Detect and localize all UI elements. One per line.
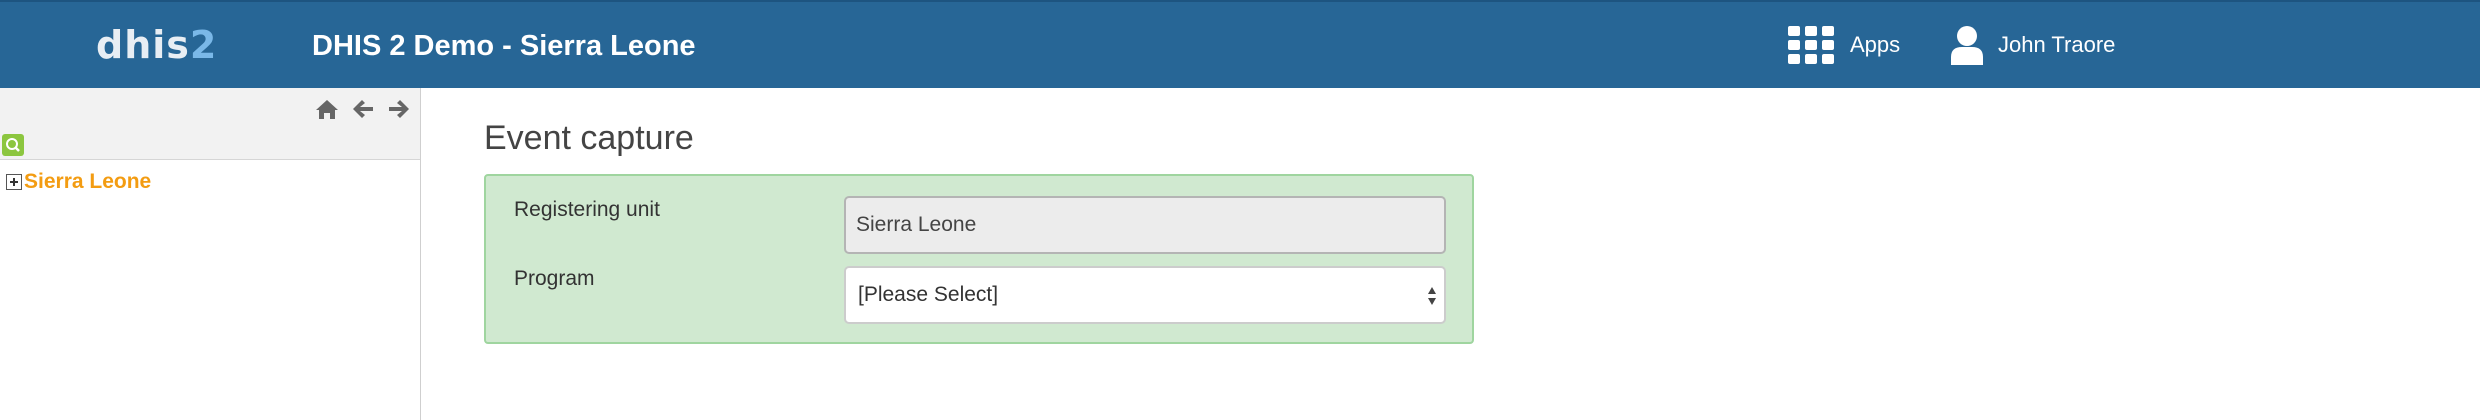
- dhis2-logo[interactable]: dhis2: [96, 20, 217, 70]
- org-unit-tree-panel: Sierra Leone: [0, 88, 421, 420]
- user-name: John Traore: [1998, 32, 2116, 57]
- tree-item-sierra-leone: Sierra Leone: [6, 170, 151, 194]
- apps-label: Apps: [1850, 32, 1901, 57]
- app-title[interactable]: DHIS 2 Demo - Sierra Leone: [312, 24, 696, 68]
- user-icon: [1951, 26, 1983, 65]
- tree-toolbar: [0, 88, 420, 160]
- apps-menu-button[interactable]: Apps: [1788, 22, 1900, 68]
- registering-unit-label: Registering unit: [514, 198, 660, 221]
- logo-text: dhis: [96, 23, 190, 67]
- tree-nav-icons: [314, 96, 412, 122]
- arrow-left-icon[interactable]: [350, 96, 376, 122]
- apps-grid-icon: [1788, 26, 1834, 64]
- page-title: Event capture: [484, 119, 694, 157]
- expand-icon[interactable]: [6, 174, 22, 190]
- tree-item-label[interactable]: Sierra Leone: [24, 170, 151, 194]
- arrow-right-icon[interactable]: [386, 96, 412, 122]
- registering-unit-field: Sierra Leone: [844, 196, 1446, 254]
- header-bar: dhis2 DHIS 2 Demo - Sierra Leone Apps Jo…: [0, 0, 2480, 88]
- search-button[interactable]: [2, 134, 24, 156]
- program-select-value: [Please Select]: [858, 283, 999, 306]
- home-icon[interactable]: [314, 96, 340, 122]
- user-profile-button[interactable]: John Traore: [1950, 20, 2115, 70]
- search-icon: [6, 138, 20, 152]
- selection-form: Registering unit Sierra Leone Program [P…: [484, 174, 1474, 344]
- select-arrows-icon: [1428, 287, 1436, 305]
- logo-number: 2: [189, 23, 218, 67]
- program-label: Program: [514, 267, 595, 290]
- program-select[interactable]: [Please Select]: [844, 266, 1446, 324]
